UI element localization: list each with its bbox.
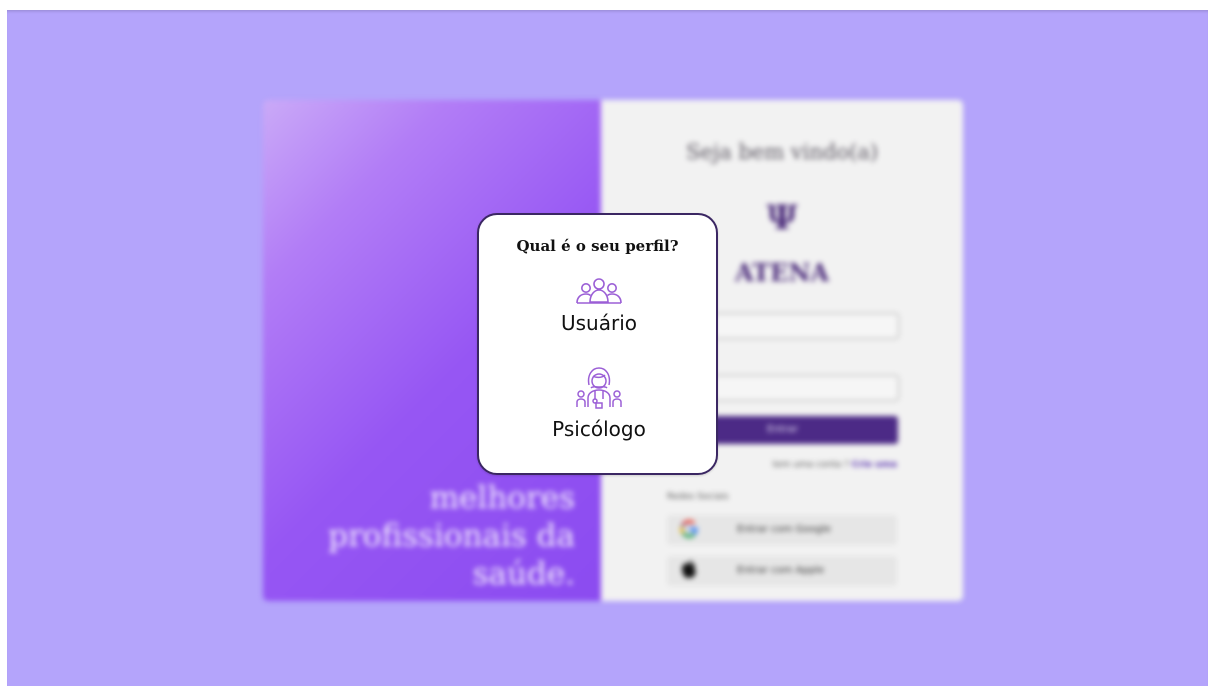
user-option-label: Usuário [560, 311, 637, 335]
apple-icon [677, 559, 701, 583]
user-profile-option[interactable]: Usuário [519, 277, 679, 335]
psychologist-profile-option[interactable]: Psicólogo [519, 365, 679, 441]
psychologist-option-label: Psicólogo [552, 417, 646, 441]
promo-line: melhores [429, 480, 575, 516]
apple-login-label: Entrar com Apple [737, 565, 825, 576]
dialog-title: Qual é o seu perfil? [516, 237, 679, 255]
promo-line: saúde. [472, 556, 575, 592]
signup-prefix: tem uma conta ? [772, 460, 849, 470]
signup-link[interactable]: Crie uma [852, 460, 897, 470]
google-icon [677, 518, 701, 542]
psychologist-icon [576, 367, 622, 409]
welcome-heading: Seja bem vindo(a) [685, 140, 879, 164]
users-group-icon [576, 278, 622, 304]
promo-line: profissionais da [328, 518, 575, 554]
google-login-label: Entrar com Google [737, 524, 831, 535]
page-backdrop: Pr Emp Enco melhores profissionais da sa… [7, 10, 1208, 686]
google-login-button[interactable]: Entrar com Google [667, 515, 897, 545]
profile-select-dialog: Qual é o seu perfil? Usuário Psicólogo [477, 213, 718, 475]
apple-login-button[interactable]: Entrar com Apple [667, 556, 897, 586]
social-label: Redes Sociais [667, 492, 729, 502]
